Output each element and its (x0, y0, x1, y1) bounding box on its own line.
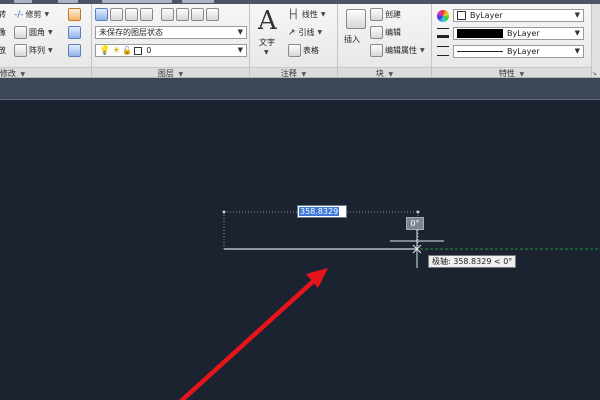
erase-button[interactable] (68, 25, 83, 40)
chevron-down-icon: ▼ (44, 11, 50, 18)
layer-unlock-icon[interactable] (206, 8, 219, 21)
dimension-tick-right (416, 210, 420, 214)
ribbon: 转 -/- 修剪 ▼ 像 圆角 ▼ 放 阵列 ▼ (0, 0, 600, 78)
chevron-down-icon: ▼ (574, 11, 580, 19)
scale-tool[interactable]: 放 (0, 43, 6, 58)
panel-expand-icon: ▼ (301, 71, 307, 78)
chevron-down-icon: ▼ (574, 47, 580, 55)
layer-state-dropdown[interactable]: 未保存的图层状态 ▼ (95, 26, 247, 39)
panel-expand-icon: ▼ (178, 71, 184, 78)
linetype-dropdown[interactable]: ByLayer ▼ (453, 45, 584, 58)
layer-freeze-icon[interactable] (161, 8, 174, 21)
layers-panel: 未保存的图层状态 ▼ 💡 ☀ 🔓 0 ▼ 图层 ▼ (92, 4, 250, 78)
array-tool[interactable]: 阵列 ▼ (14, 43, 53, 58)
trim-icon: -/- (14, 9, 24, 20)
panel-expand-icon: ▼ (519, 71, 525, 78)
edit-attributes-icon (370, 44, 383, 57)
chevron-down-icon: ▼ (317, 29, 323, 36)
block-panel-title[interactable]: 块 ▼ (338, 67, 431, 78)
modify-panel-title[interactable]: 修改 ▼ (0, 67, 91, 78)
text-icon[interactable]: A (258, 8, 277, 34)
panel-launcher-icon: ↘ (592, 70, 598, 77)
mirror-tool[interactable]: 像 (0, 25, 6, 40)
array-icon (14, 44, 27, 57)
dynamic-angle-input[interactable]: 0° (406, 217, 424, 230)
text-button[interactable]: 文字 (259, 37, 275, 48)
match-properties-icon[interactable] (437, 10, 449, 22)
chevron-down-icon: ▼ (48, 29, 53, 36)
chevron-down-icon: ▼ (48, 47, 53, 54)
erase-icon (68, 26, 81, 39)
annotation-panel-title[interactable]: 注释 ▼ (250, 67, 337, 78)
color-dropdown[interactable]: ByLayer ▼ (453, 9, 584, 22)
lineweight-dropdown[interactable]: ByLayer ▼ (453, 27, 584, 40)
dynamic-distance-input[interactable]: 358.8329 (297, 205, 347, 218)
edit-attributes-tool[interactable]: 编辑属性 ▼ (370, 43, 425, 58)
drawing-overlay (178, 210, 600, 400)
layer-previous-icon[interactable] (125, 8, 138, 21)
chevron-down-icon: ▼ (320, 11, 326, 18)
unlock-icon: 🔓 (122, 46, 133, 55)
layer-color-swatch (134, 46, 143, 55)
fillet-icon (14, 26, 27, 39)
leader-tool[interactable]: ↗ 引线 ▼ (288, 25, 322, 40)
layer-lock-icon[interactable] (191, 8, 204, 21)
table-tool[interactable]: 表格 (288, 43, 319, 58)
file-tab-bar (0, 78, 600, 100)
edit-block-tool[interactable]: 编辑 (370, 25, 401, 40)
trim-tool[interactable]: -/- 修剪 ▼ (14, 7, 49, 22)
leader-icon: ↗ (288, 27, 296, 38)
offset-icon (68, 44, 81, 57)
red-arrow-shaft (178, 274, 321, 400)
annotation-panel: A 文字 ▼ ├┤ 线性 ▼ ↗ 引线 ▼ 表格 注释 ▼ (250, 4, 338, 78)
insert-block-button[interactable]: 插入 (344, 34, 360, 45)
block-panel: 插入 创建 编辑 编辑属性 ▼ 块 ▼ (338, 4, 432, 78)
linetype-icon (437, 46, 449, 56)
linear-dimension-tool[interactable]: ├┤ 线性 ▼ (288, 7, 325, 22)
chevron-down-icon: ▼ (237, 46, 243, 54)
properties-panel-title[interactable]: 特性 ▼ (432, 67, 591, 78)
sun-icon: ☀ (112, 45, 121, 56)
fillet-tool[interactable]: 圆角 ▼ (14, 25, 53, 40)
linetype-swatch (457, 51, 503, 52)
panel-expand-icon: ▼ (388, 71, 394, 78)
create-block-tool[interactable]: 创建 (370, 7, 401, 22)
insert-block-icon[interactable] (346, 9, 366, 29)
brush-icon (68, 8, 81, 21)
layer-tools-row-1 (95, 7, 221, 22)
chevron-down-icon: ▼ (237, 28, 243, 36)
chevron-down-icon: ▼ (420, 47, 425, 54)
drawing-canvas[interactable]: 358.8329 0° 极轴: 358.8329 < 0° (0, 100, 600, 400)
table-icon (288, 44, 301, 57)
layer-isolate-icon[interactable] (140, 8, 153, 21)
color-swatch (457, 11, 466, 20)
layer-match-icon[interactable] (110, 8, 123, 21)
properties-panel: ByLayer ▼ ByLayer ▼ ByLayer ▼ 特性 ▼ (432, 4, 592, 78)
match-properties-button[interactable] (68, 7, 83, 22)
lightbulb-icon: 💡 (99, 45, 111, 56)
chevron-down-icon: ▼ (264, 49, 269, 56)
lineweight-icon (437, 28, 449, 38)
rotate-tool[interactable]: 转 (0, 7, 6, 22)
chevron-down-icon: ▼ (574, 29, 580, 37)
layer-off-icon[interactable] (176, 8, 189, 21)
layer-properties-icon[interactable] (95, 8, 108, 21)
panel-expand-icon: ▼ (20, 71, 26, 78)
edit-block-icon (370, 26, 383, 39)
layer-dropdown[interactable]: 💡 ☀ 🔓 0 ▼ (95, 44, 247, 57)
linear-dimension-icon: ├┤ (288, 9, 299, 20)
modify-panel: 转 -/- 修剪 ▼ 像 圆角 ▼ 放 阵列 ▼ (0, 4, 92, 78)
offset-button[interactable] (68, 43, 83, 58)
ribbon-panel-scroll[interactable]: ↘ (592, 4, 600, 77)
create-block-icon (370, 8, 383, 21)
polar-tracking-tooltip: 极轴: 358.8329 < 0° (428, 255, 517, 268)
dimension-tick-left (222, 210, 226, 214)
lineweight-swatch (457, 29, 503, 38)
layers-panel-title[interactable]: 图层 ▼ (92, 67, 249, 78)
